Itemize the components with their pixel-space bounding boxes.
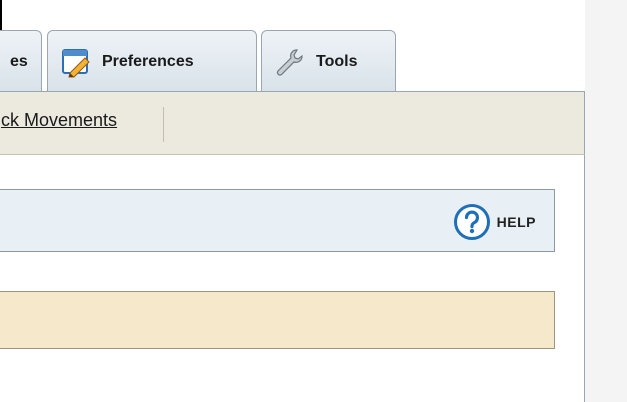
sub-toolbar: ck Movements bbox=[0, 91, 585, 155]
preferences-icon bbox=[60, 46, 92, 78]
tab-label: es bbox=[10, 52, 28, 70]
help-icon bbox=[453, 203, 491, 241]
tab-label: Preferences bbox=[102, 52, 194, 70]
help-button[interactable]: HELP bbox=[453, 203, 536, 241]
page-gutter bbox=[585, 0, 627, 402]
tab-tools[interactable]: Tools bbox=[261, 30, 396, 92]
wrench-icon bbox=[274, 47, 304, 77]
tab-partial[interactable]: es bbox=[0, 30, 42, 92]
notice-bar bbox=[0, 291, 555, 349]
help-label: HELP bbox=[496, 214, 536, 230]
stock-movements-link[interactable]: ck Movements bbox=[1, 110, 117, 131]
toolbar-separator bbox=[163, 107, 164, 142]
tab-preferences[interactable]: Preferences bbox=[47, 30, 257, 92]
tab-bar: es Preferences Tools bbox=[0, 0, 585, 92]
tab-label: Tools bbox=[316, 52, 358, 70]
help-bar: HELP bbox=[0, 189, 555, 252]
